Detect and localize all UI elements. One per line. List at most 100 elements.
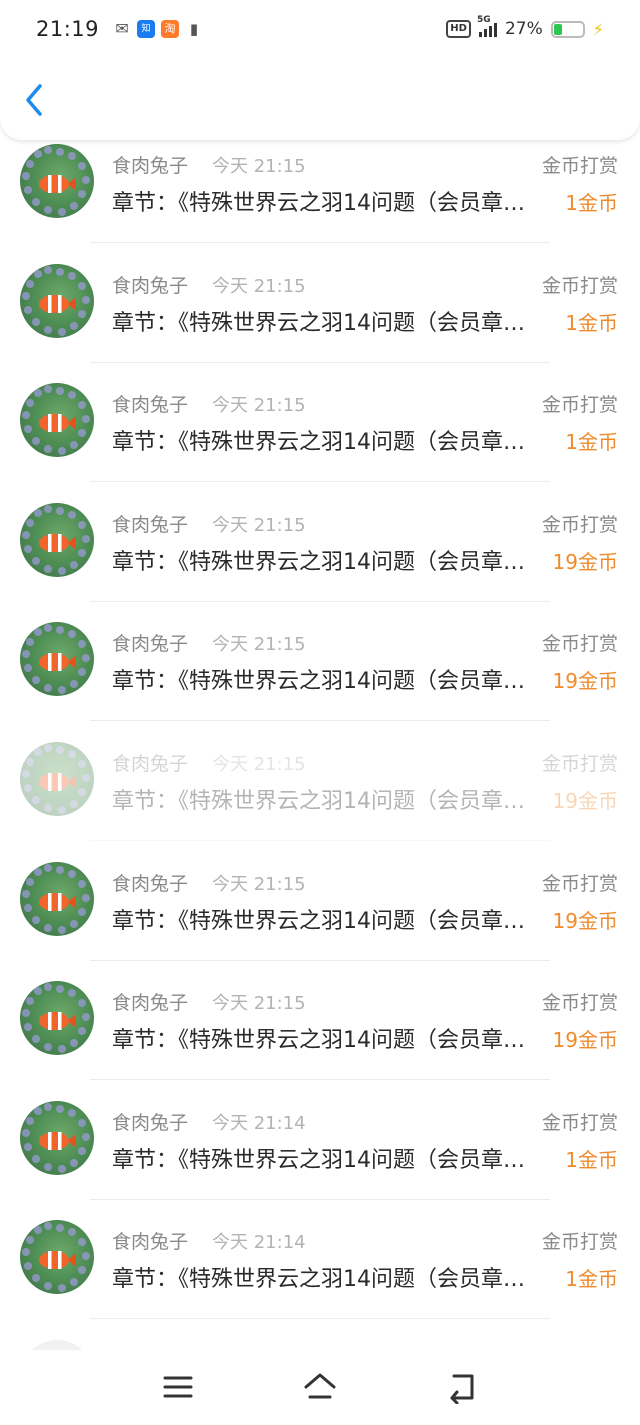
avatar[interactable] [20,981,94,1056]
book-icon: ▮ [189,20,199,38]
coin-amount: 1金币 [565,310,618,335]
battery-icon [550,20,585,38]
taobao-icon: 淘 [161,20,180,38]
coin-amount: 1金币 [565,191,618,215]
clownfish-avatar-image [22,743,90,814]
row-divider [90,361,550,363]
record-time: 今天 21:15 [212,993,306,1015]
coin-amount: 1金币 [565,1267,618,1292]
signal-icon: 5G [477,15,497,37]
reward-type: 金币打赏 [541,872,618,895]
clownfish-avatar-image [22,146,90,216]
avatar[interactable] [20,741,94,816]
reward-type: 金币打赏 [541,633,618,656]
reward-record-row[interactable]: 食肉兔子 今天 21:15 金币打赏 章节：《特殊世界云之羽14问题（会员章节）》 19… [0,977,640,1097]
avatar[interactable] [20,1100,94,1175]
header-bar [0,58,640,140]
reward-type: 金币打赏 [541,1231,618,1254]
chapter-title: 章节：《特殊世界云之羽14问题（会员章节）》 [112,908,532,934]
reward-record-row[interactable]: 食肉兔子 今天 21:15 金币打赏 章节：《特殊世界云之羽14问题（会员章节）》 19… [0,499,640,619]
clownfish-avatar-image [22,385,90,456]
reward-type: 金币打赏 [541,752,618,775]
coin-amount: 19金币 [552,1028,618,1053]
record-time: 今天 21:14 [212,1232,306,1254]
reward-record-list: 食肉兔子 今天 21:15 金币打赏 章节：《特殊世界云之羽14问题（会员章节）》 1金… [0,140,640,1336]
user-name: 食肉兔子 [112,633,189,656]
row-divider [90,600,550,602]
chapter-title: 章节：《特殊世界云之羽14问题（会员章节）》 [112,1147,532,1173]
avatar[interactable] [20,1220,94,1295]
status-right: HD 5G 27% ⚡ [446,15,604,39]
record-time: 今天 21:15 [212,753,306,775]
row-divider [90,720,550,722]
record-time: 今天 21:15 [212,275,306,297]
user-name: 食肉兔子 [112,274,189,297]
chapter-title: 章节：《特殊世界云之羽14问题（会员章节）》 [112,669,532,695]
reward-type: 金币打赏 [541,513,618,536]
avatar[interactable] [20,622,94,697]
clownfish-avatar-image [22,1222,90,1293]
clownfish-avatar-image [22,265,90,336]
user-name: 食肉兔子 [112,155,189,177]
system-nav-bar [0,1350,640,1425]
menu-icon[interactable] [160,1370,196,1404]
row-divider [90,839,550,841]
chapter-title: 章节：《特殊世界云之羽14问题（会员章节）》 [112,549,532,575]
record-time: 今天 21:15 [212,873,306,895]
coin-amount: 19金币 [552,549,618,574]
status-time: 21:19 [36,17,100,41]
reward-type: 金币打赏 [541,1111,618,1134]
clownfish-avatar-image [22,863,90,934]
reward-record-row[interactable]: 食肉兔子 今天 21:14 金币打赏 章节：《特殊世界云之羽14问题（会员章节）》 1金… [0,1097,640,1217]
row-divider [90,242,550,243]
reward-record-row[interactable]: 食肉兔子 今天 21:15 金币打赏 章节：《特殊世界云之羽14问题（会员章节）》 1金… [0,140,640,260]
back-button[interactable] [18,80,54,120]
user-name: 食肉兔子 [112,872,189,895]
reward-record-row[interactable]: 食肉兔子 今天 21:15 金币打赏 章节：《特殊世界云之羽14问题（会员章节）》 19… [0,618,640,738]
user-name: 食肉兔子 [112,394,189,417]
chapter-title: 章节：《特殊世界云之羽14问题（会员章节）》 [112,191,532,216]
reward-type: 金币打赏 [541,274,618,297]
user-name: 食肉兔子 [112,992,189,1015]
zhihu-icon: 知 [137,20,156,38]
avatar[interactable] [20,263,94,338]
back-icon[interactable] [444,1370,480,1404]
coin-amount: 19金币 [552,669,618,694]
chapter-title: 章节：《特殊世界云之羽14问题（会员章节）》 [112,430,532,456]
chapter-title: 章节：《特殊世界云之羽14问题（会员章节）》 [112,1267,532,1293]
clownfish-avatar-image [22,1102,90,1173]
user-name: 食肉兔子 [112,1111,189,1134]
chevron-left-icon [26,84,42,116]
coin-amount: 1金币 [565,1147,618,1172]
clownfish-avatar-image [22,504,90,575]
reward-record-row[interactable]: 食肉兔子 今天 21:15 金币打赏 章节：《特殊世界云之羽14问题（会员章节）》 19… [0,858,640,978]
status-app-icons: ✉ 知 淘 ▮ [113,20,203,38]
chapter-title: 章节：《特殊世界云之羽14问题（会员章节）》 [112,310,532,336]
row-divider [90,1079,550,1081]
avatar[interactable] [20,144,94,218]
avatar[interactable] [20,502,94,577]
record-time: 今天 21:15 [212,634,306,656]
avatar[interactable] [20,383,94,458]
record-time: 今天 21:15 [212,156,306,177]
reward-record-row[interactable]: 食肉兔子 今天 21:15 金币打赏 章节：《特殊世界云之羽14问题（会员章节）》 1金… [0,260,640,380]
record-time: 今天 21:15 [212,514,306,536]
charging-icon: ⚡ [592,19,604,39]
reward-record-row[interactable]: 食肉兔子 今天 21:14 金币打赏 章节：《特殊世界云之羽14问题（会员章节）》 1金… [0,1216,640,1336]
wechat-icon: ✉ [115,19,129,38]
reward-type: 金币打赏 [541,992,618,1015]
coin-amount: 19金币 [552,788,618,813]
chapter-title: 章节：《特殊世界云之羽14问题（会员章节）》 [112,788,532,814]
row-divider [90,959,550,961]
row-divider [90,1318,550,1320]
reward-record-row[interactable]: 食肉兔子 今天 21:15 金币打赏 章节：《特殊世界云之羽14问题（会员章节）》 1金… [0,379,640,499]
row-divider [90,1198,550,1200]
coin-amount: 19金币 [552,908,618,933]
home-icon[interactable] [302,1370,338,1404]
chapter-title: 章节：《特殊世界云之羽14问题（会员章节）》 [112,1028,532,1054]
avatar[interactable] [20,861,94,936]
user-name: 食肉兔子 [112,1231,189,1254]
record-time: 今天 21:14 [212,1112,306,1134]
reward-type: 金币打赏 [541,155,618,177]
reward-record-row[interactable]: 食肉兔子 今天 21:15 金币打赏 章节：《特殊世界云之羽14问题（会员章节）》 19… [0,738,640,858]
